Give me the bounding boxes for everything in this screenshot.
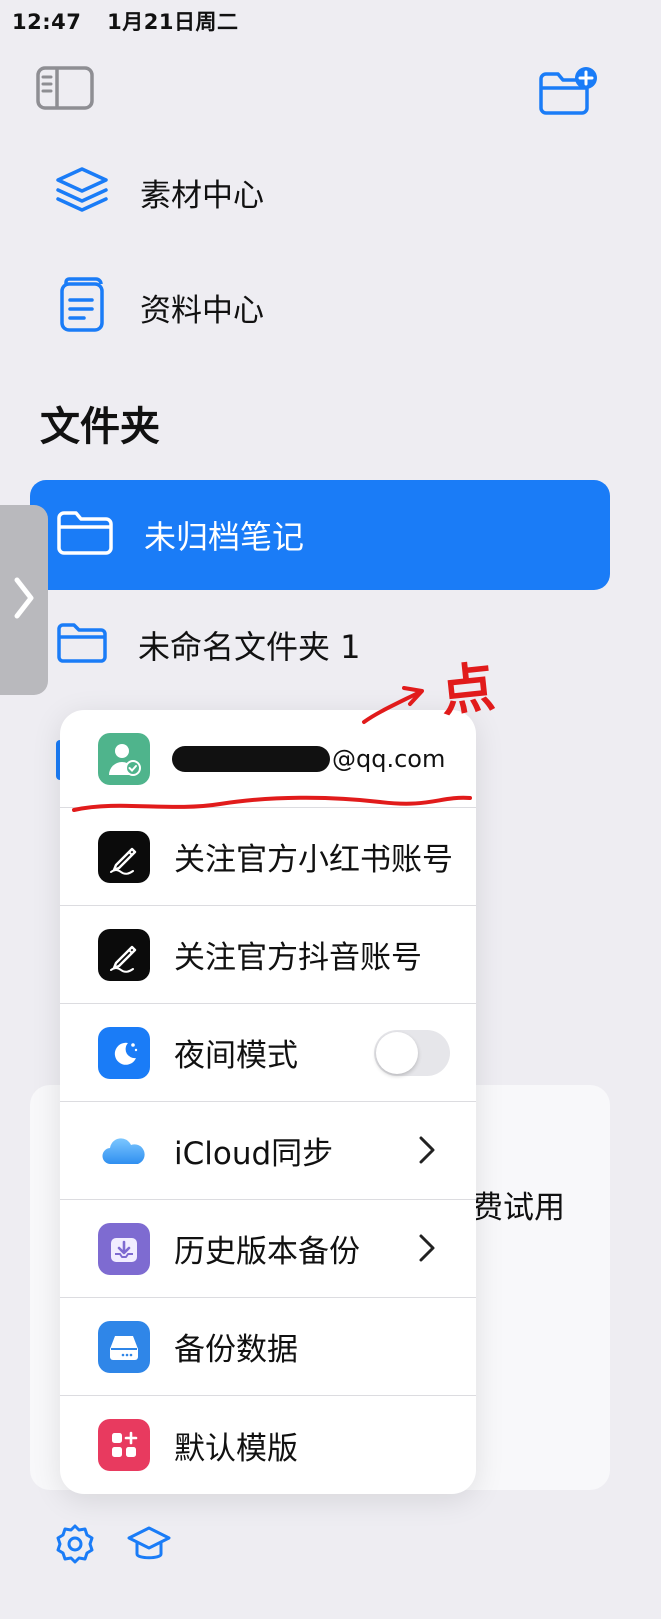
menu-item-label: 关注官方小红书账号 xyxy=(174,842,453,878)
nav-item-label: 资料中心 xyxy=(140,292,264,329)
sidebar-icon[interactable] xyxy=(36,66,94,114)
layers-icon xyxy=(54,166,110,218)
night-mode-item: 夜间模式 xyxy=(60,1004,476,1102)
folder-label: 未归档笔记 xyxy=(144,518,305,556)
chevron-right-icon xyxy=(13,576,35,624)
menu-item-label: 历史版本备份 xyxy=(174,1234,360,1270)
account-icon xyxy=(98,732,150,785)
cloud-icon xyxy=(98,1125,150,1177)
menu-item-label: 关注官方抖音账号 xyxy=(174,940,422,976)
pencil-app-icon xyxy=(98,830,150,883)
menu-item-label: iCloud同步 xyxy=(174,1136,334,1172)
chevron-right-icon xyxy=(418,1135,436,1169)
status-time: 12:47 xyxy=(12,10,82,34)
status-date: 1月21日周二 xyxy=(107,10,239,34)
pencil-app-icon xyxy=(98,928,150,981)
template-icon xyxy=(98,1419,150,1471)
nav-item-document-center[interactable]: 资料中心 xyxy=(54,276,264,338)
folders-section-title: 文件夹 xyxy=(40,404,160,450)
folder-icon xyxy=(56,510,114,560)
folder-plus-icon[interactable] xyxy=(538,66,600,120)
drive-icon xyxy=(98,1320,150,1373)
status-bar: 12:47 1月21日周二 xyxy=(12,6,239,36)
folder-item-untitled-1[interactable]: 未命名文件夹 1 xyxy=(30,590,610,700)
history-backup-item[interactable]: 历史版本备份 xyxy=(60,1200,476,1298)
document-icon xyxy=(54,276,110,338)
redacted-email xyxy=(172,745,330,772)
follow-douyin-item[interactable]: 关注官方抖音账号 xyxy=(60,906,476,1004)
gear-icon[interactable] xyxy=(54,1523,96,1569)
chevron-right-icon xyxy=(418,1233,436,1267)
menu-item-label: 默认模版 xyxy=(174,1430,298,1467)
backup-history-icon xyxy=(98,1222,150,1275)
nav-item-label: 素材中心 xyxy=(140,177,264,214)
icloud-sync-item[interactable]: iCloud同步 xyxy=(60,1102,476,1200)
sidebar-handle[interactable] xyxy=(0,505,48,695)
annotation-text: 点 xyxy=(437,654,498,724)
default-template-item[interactable]: 默认模版 xyxy=(60,1396,476,1494)
graduation-cap-icon[interactable] xyxy=(126,1523,172,1569)
menu-item-label: 备份数据 xyxy=(174,1332,298,1368)
account-email: @qq.com xyxy=(172,745,445,773)
folder-item-unarchived-notes[interactable]: 未归档笔记 xyxy=(30,480,610,590)
account-row[interactable]: @qq.com xyxy=(60,710,476,808)
backup-data-item[interactable]: 备份数据 xyxy=(60,1298,476,1396)
account-email-suffix: @qq.com xyxy=(332,744,446,773)
trial-text: 费试用 xyxy=(472,1190,565,1226)
moon-icon xyxy=(98,1026,150,1079)
follow-xiaohongshu-item[interactable]: 关注官方小红书账号 xyxy=(60,808,476,906)
menu-item-label: 夜间模式 xyxy=(174,1038,298,1074)
settings-menu: @qq.com 关注官方小红书账号 关注官方抖音账号 夜间模式 iCloud同步… xyxy=(60,710,476,1494)
nav-item-material-center[interactable]: 素材中心 xyxy=(54,166,264,218)
night-mode-toggle[interactable] xyxy=(374,1030,450,1076)
folder-icon xyxy=(56,622,108,668)
toggle-knob xyxy=(376,1032,418,1074)
folder-label: 未命名文件夹 1 xyxy=(138,628,361,666)
